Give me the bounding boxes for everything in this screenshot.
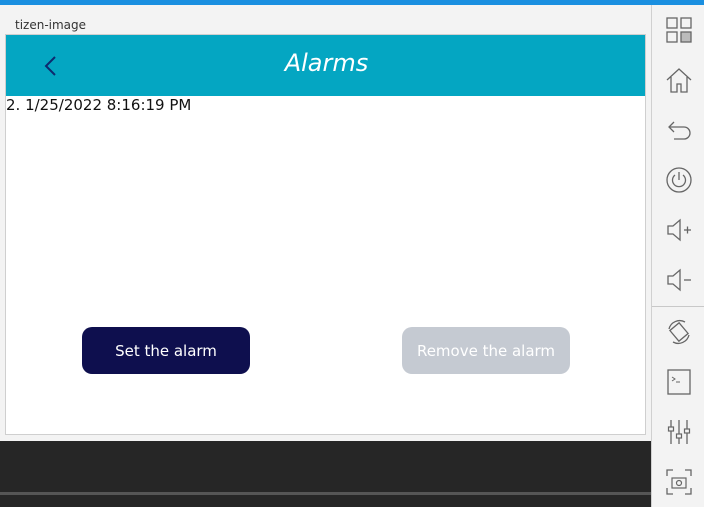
control-panel-button[interactable] — [652, 407, 704, 457]
emulator-sidebar — [651, 5, 704, 507]
device-back-button[interactable] — [652, 105, 704, 155]
volume-up-icon — [666, 218, 691, 242]
alarm-list-item[interactable]: 2. 1/25/2022 8:16:19 PM — [6, 96, 191, 114]
home-button[interactable] — [652, 55, 704, 105]
back-arrow-icon — [667, 121, 691, 140]
apps-grid-icon — [665, 17, 692, 43]
power-icon — [665, 167, 692, 193]
apps-button[interactable] — [652, 5, 704, 55]
screenshot-button[interactable] — [652, 457, 704, 507]
shell-button[interactable] — [652, 357, 704, 407]
screenshot-icon — [665, 469, 692, 495]
terminal-icon — [666, 369, 691, 395]
settings-sliders-icon — [667, 420, 690, 444]
emulator-bottom-panel — [0, 441, 651, 507]
volume-down-button[interactable] — [652, 255, 704, 305]
app-bar: Alarms — [6, 35, 645, 96]
set-alarm-button[interactable]: Set the alarm — [82, 327, 250, 374]
divider — [0, 492, 651, 495]
remove-alarm-button[interactable]: Remove the alarm — [402, 327, 570, 374]
rotate-icon — [667, 319, 690, 345]
home-icon — [666, 68, 691, 93]
volume-down-icon — [666, 268, 691, 292]
volume-up-button[interactable] — [652, 205, 704, 255]
rotate-button[interactable] — [652, 307, 704, 357]
page-title: Alarms — [284, 49, 369, 77]
window-title: tizen-image — [15, 18, 87, 32]
device-screen: Alarms 2. 1/25/2022 8:16:19 PM Set the a… — [5, 34, 646, 435]
power-button[interactable] — [652, 155, 704, 205]
